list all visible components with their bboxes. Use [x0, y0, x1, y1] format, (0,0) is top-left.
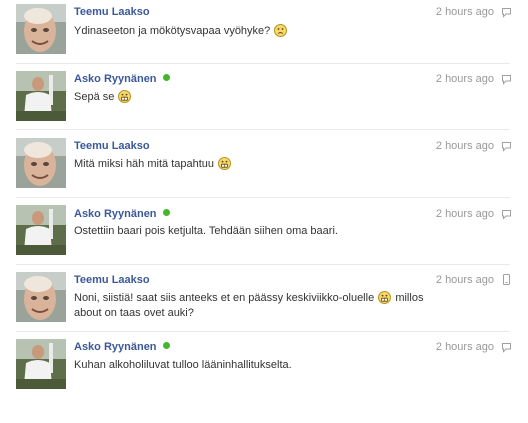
grin-smiley-icon — [218, 157, 232, 170]
avatar[interactable] — [16, 205, 66, 255]
speech-bubble-icon — [502, 343, 511, 353]
speech-bubble-icon — [502, 210, 511, 220]
message-text: Noni, siistiä! saat siis anteeks et en p… — [74, 291, 424, 319]
author-name[interactable]: Teemu Laakso — [74, 273, 150, 287]
timestamp: 2 hours ago — [435, 274, 494, 286]
timestamp: 2 hours ago — [435, 341, 494, 353]
message-text: Kuhan alkoholiluvat tulloo lääninhallitu… — [74, 359, 292, 371]
speech-bubble-icon — [502, 8, 511, 18]
message-divider — [16, 331, 510, 332]
message-text: Sepä se — [74, 90, 434, 105]
grin-smiley-icon — [118, 90, 132, 103]
author-name[interactable]: Asko Ryynänen — [74, 340, 170, 354]
timestamp: 2 hours ago — [435, 140, 494, 152]
author-name[interactable]: Teemu Laakso — [74, 5, 150, 19]
message-divider — [16, 197, 510, 198]
mobile-phone-icon — [503, 274, 510, 285]
timestamp: 2 hours ago — [435, 208, 494, 220]
avatar[interactable] — [16, 339, 66, 389]
author-name[interactable]: Asko Ryynänen — [74, 207, 170, 221]
message-text: Ostettiin baari pois ketjulta. Tehdään s… — [74, 225, 338, 237]
avatar[interactable] — [16, 71, 66, 121]
online-status-indicator — [162, 74, 170, 81]
speech-bubble-icon — [502, 75, 511, 85]
online-status-indicator — [162, 209, 170, 216]
grin-smiley-icon — [378, 291, 392, 304]
frown-smiley-icon — [274, 24, 288, 37]
avatar[interactable] — [16, 272, 66, 322]
speech-bubble-icon — [502, 142, 511, 152]
timestamp: 2 hours ago — [435, 73, 494, 85]
timestamp: 2 hours ago — [435, 6, 494, 18]
avatar[interactable] — [16, 138, 66, 188]
message-text: Ydinaseeton ja mökötysvapaa vyöhyke? — [74, 24, 434, 39]
message-divider — [16, 264, 510, 265]
message-divider — [16, 129, 510, 130]
author-name[interactable]: Asko Ryynänen — [74, 72, 170, 86]
message-text: Mitä miksi häh mitä tapahtuu — [74, 157, 434, 172]
message-divider — [16, 63, 510, 64]
author-name[interactable]: Teemu Laakso — [74, 139, 150, 153]
online-status-indicator — [162, 342, 170, 349]
avatar[interactable] — [16, 4, 66, 54]
